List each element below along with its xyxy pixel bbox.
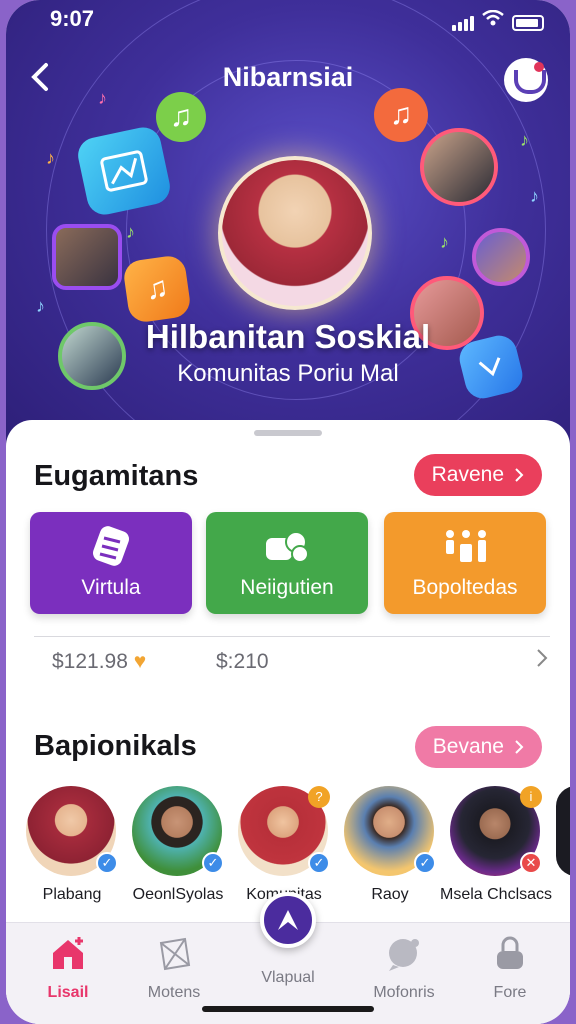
sheet-handle[interactable] [254,430,322,436]
home-indicator [202,1006,374,1012]
center-action-button[interactable] [260,892,316,948]
notification-badge-icon: i [520,786,542,808]
group-chat-icon [266,531,309,563]
category-card-virtula[interactable]: Virtula [30,512,192,614]
button-label: Bevane [432,735,504,758]
divider [34,636,550,637]
verified-icon: ✓ [414,852,436,874]
chat-bubble-icon [389,939,419,971]
category-label: Neiigutien [240,576,334,599]
chevron-right-icon [515,468,524,482]
avatar: i ✕ [450,786,542,876]
signal-icon [452,16,474,31]
person-name: OeonlSyolas [132,886,224,903]
tab-vlapual[interactable]: Vlapual [238,963,338,987]
category-label: Virtula [81,576,141,599]
phone-screen: 9:07 Nibarnsiai ♫ ♫ ♫ ♪ ♪ ♪ ♪ ♪ ♪ ♪ Hilb… [6,0,570,1024]
cube-icon [159,937,191,971]
person-name: Raoy [371,886,409,903]
music-note-icon: ♪ [126,222,135,242]
chevron-right-icon[interactable] [536,648,548,674]
wifi-icon [482,9,504,31]
music-note-icon: ♪ [440,232,449,252]
status-icons [452,9,544,31]
music-note-icon: ♫ [121,253,193,325]
view-all-categories-button[interactable]: Ravene [413,454,542,496]
tab-label: Vlapual [261,969,315,986]
person-card[interactable]: ? ✓ Komunitas [238,786,330,904]
music-note-icon: ♫ [374,88,428,142]
compass-icon [278,910,298,930]
status-bar: 9:07 [6,0,570,40]
tab-label: Fore [493,984,527,1001]
member-photo [52,224,122,290]
battery-icon [512,15,544,31]
avatar: ✓ [26,786,118,876]
avatar: ? ✓ [238,786,330,876]
tab-label: Lisail [47,984,89,1001]
chevron-right-icon [515,740,524,754]
music-note-icon: ♪ [530,186,539,206]
section-title-categories: Eugamitans [34,460,199,492]
music-note-icon: ♪ [98,88,107,108]
avatar: ✓ [132,786,224,876]
avatar[interactable] [556,786,570,876]
tab-label: Mofonris [373,984,435,1001]
verified-icon: ✕ [520,852,542,874]
music-note-icon: ♪ [46,148,55,168]
lock-icon [497,936,523,969]
tab-fore[interactable]: Fore [460,935,560,1002]
person-name: Plabang [42,886,102,903]
price-value: $:210 [216,650,269,673]
category-card-bopoltedas[interactable]: Bopoltedas [384,512,546,614]
layers-icon [93,526,129,566]
member-photo [472,228,530,286]
music-note-icon: ♫ [156,92,206,142]
avatar: ✓ [344,786,436,876]
people-icon [446,530,486,562]
home-icon [53,937,83,969]
featured-avatar [218,156,372,310]
verified-icon: ✓ [96,852,118,874]
tab-mofonris[interactable]: Mofonris [354,935,454,1002]
person-name: Msela Chclsacs [439,886,553,903]
music-note-icon: ♪ [520,130,529,150]
tab-motens[interactable]: Motens [124,935,224,1002]
person-card[interactable]: i ✕ Msela Chclsacs [440,786,552,904]
verified-icon: ✓ [202,852,224,874]
tab-label: Motens [147,984,201,1001]
member-photo [420,128,498,206]
profile-button[interactable] [504,58,548,102]
tab-lisail[interactable]: Lisail [18,935,118,1002]
music-note-icon: ♪ [36,296,45,316]
status-time: 9:07 [50,6,95,31]
view-all-people-button[interactable]: Bevane [414,726,542,768]
person-card[interactable]: ✓ Raoy [344,786,436,904]
person-card[interactable]: ✓ Plabang [26,786,118,904]
person-card[interactable]: ✓ OeonlSyolas [132,786,224,904]
page-title: Nibarnsiai [222,62,354,92]
section-title-people: Bapionikals [34,730,197,762]
category-card-neiigutien[interactable]: Neiigutien [206,512,368,614]
hero-subtitle: Komunitas Poriu Mal [177,360,399,387]
heart-icon: ♥ [133,650,147,673]
hero-title: Hilbanitan Soskial [145,318,431,355]
button-label: Ravene [431,463,504,486]
notification-badge-icon: ? [308,786,330,808]
category-label: Bopoltedas [412,576,518,599]
verified-icon: ✓ [308,852,330,874]
price-value: $121.98 ♥ [52,650,147,673]
hero-banner: 9:07 Nibarnsiai ♫ ♫ ♫ ♪ ♪ ♪ ♪ ♪ ♪ ♪ Hilb… [6,0,570,450]
